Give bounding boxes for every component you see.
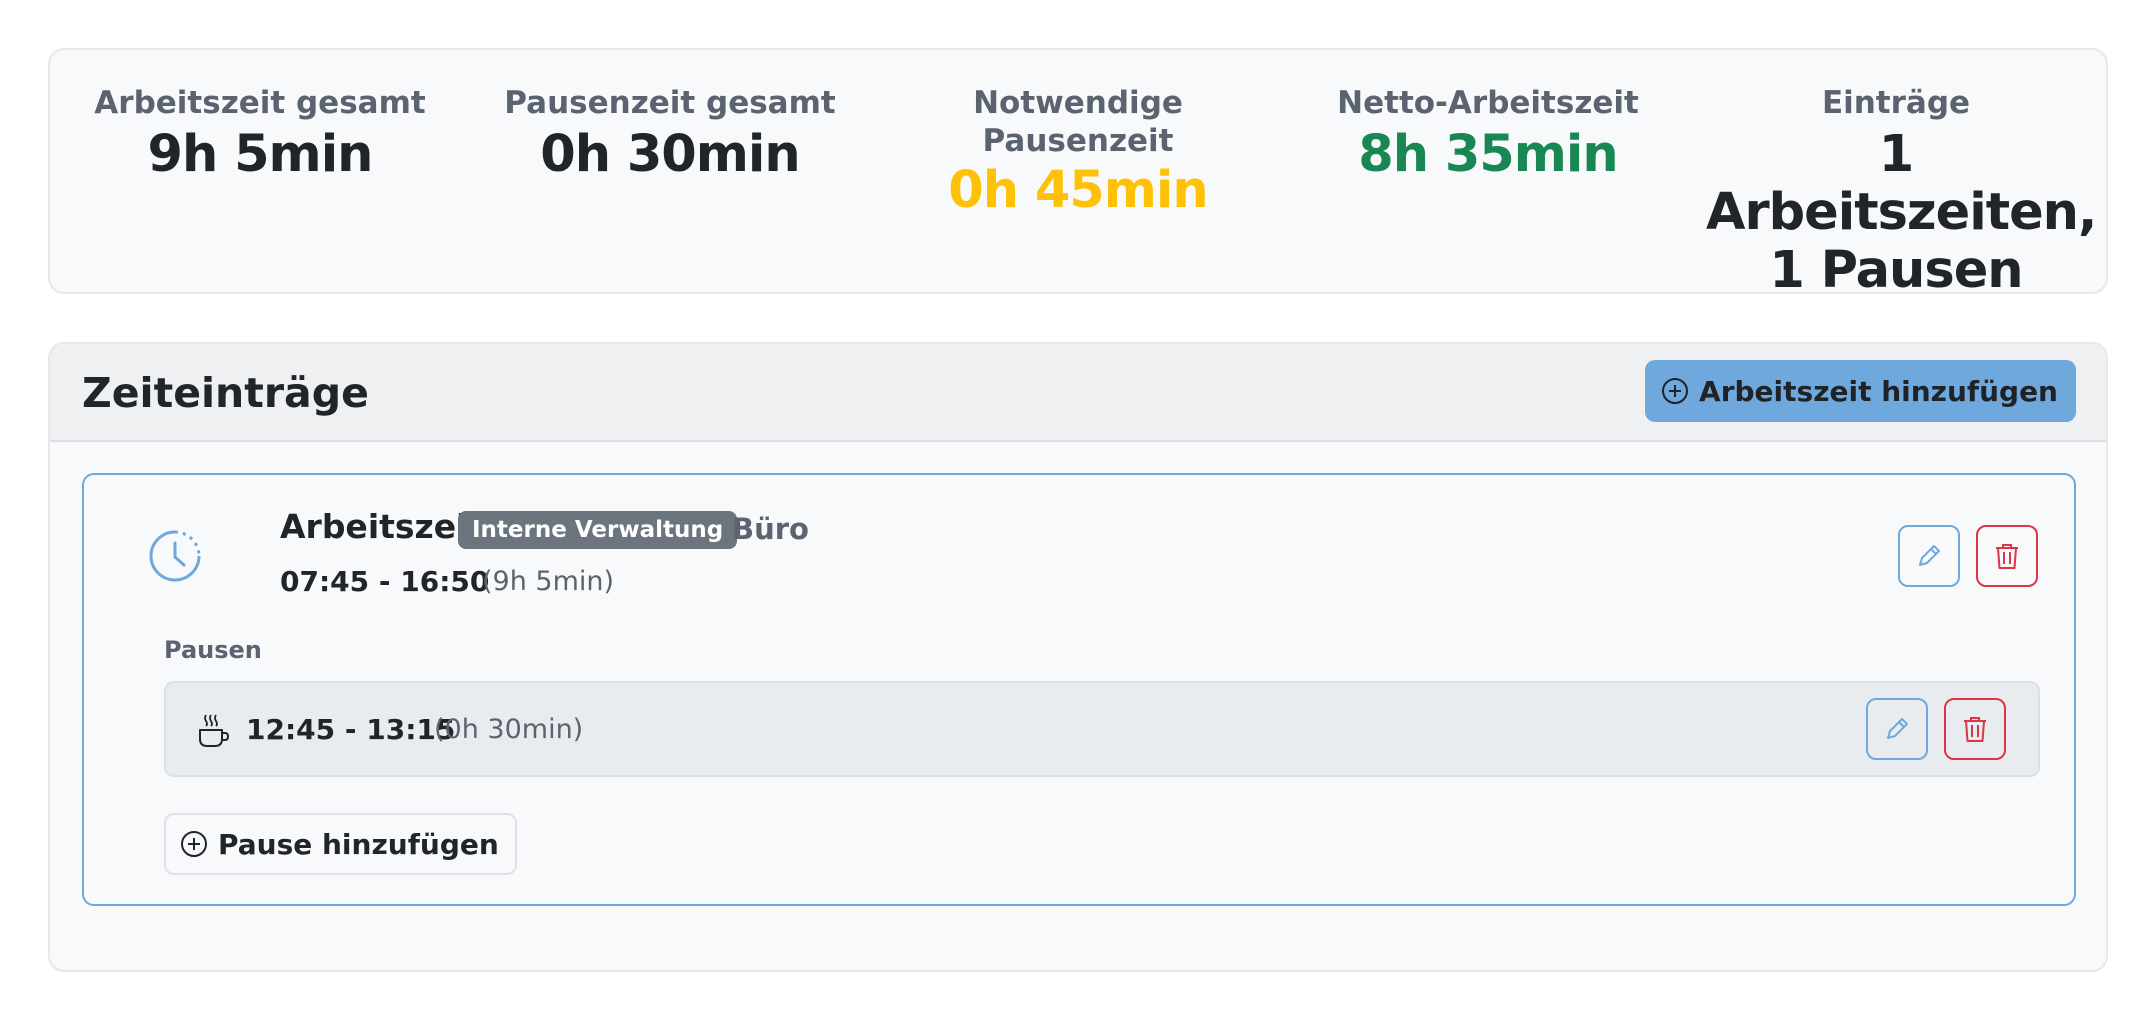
stat-label-line2: Pausenzeit — [982, 123, 1174, 159]
breaks-label: Pausen — [164, 636, 262, 664]
stat-total-break: Pausenzeit gesamt 0h 30min — [480, 84, 860, 184]
stat-label-line1: Notwendige — [973, 85, 1183, 121]
trash-icon — [1996, 544, 2018, 569]
stat-value: 9h 5min — [147, 125, 374, 184]
stat-value-line1: 1 Arbeitszeiten, — [1706, 125, 2097, 242]
entry-time-range: 07:45 - 16:50 — [280, 565, 490, 598]
delete-break-button[interactable] — [1944, 698, 2006, 760]
stat-required-break: Notwendige Pausenzeit 0h 45min — [888, 84, 1268, 220]
delete-entry-button[interactable] — [1976, 525, 2038, 587]
break-duration: (0h 30min) — [434, 714, 584, 745]
stat-value: 8h 35min — [1358, 125, 1618, 184]
edit-break-button[interactable] — [1866, 698, 1928, 760]
stat-label: Arbeitszeit gesamt — [94, 85, 426, 121]
entry-location: Büro — [732, 512, 809, 546]
add-work-time-label: Arbeitszeit hinzufügen — [1699, 374, 2058, 408]
time-entries-card: Zeiteinträge Arbeitszeit hinzufügen Arbe… — [48, 342, 2108, 972]
coffee-cup-icon — [199, 714, 230, 747]
stat-label: Einträge — [1821, 85, 1971, 121]
add-break-button[interactable]: Pause hinzufügen — [164, 813, 517, 875]
section-title: Zeiteinträge — [82, 369, 369, 417]
pencil-icon — [1919, 545, 1940, 566]
stat-label: Pausenzeit gesamt — [504, 85, 836, 121]
add-work-time-button[interactable]: Arbeitszeit hinzufügen — [1645, 360, 2076, 422]
break-entry: 12:45 - 13:15 (0h 30min) — [164, 681, 2040, 777]
entry-type: Arbeitszeit — [280, 507, 484, 546]
pencil-icon — [1887, 718, 1908, 739]
card-header: Zeiteinträge Arbeitszeit hinzufügen — [50, 344, 2106, 442]
summary-card: Arbeitszeit gesamt 9h 5min Pausenzeit ge… — [48, 48, 2108, 300]
edit-entry-button[interactable] — [1898, 525, 1960, 587]
stat-label: Netto-Arbeitszeit — [1337, 85, 1639, 121]
stat-value: 0h 45min — [948, 161, 1208, 220]
circle-plus-icon — [181, 831, 207, 857]
clock-icon — [149, 530, 201, 582]
stat-entries: Einträge 1 Arbeitszeiten, 1 Pausen — [1706, 84, 2097, 300]
stat-value: 0h 30min — [540, 125, 800, 184]
break-time-range: 12:45 - 13:15 — [246, 713, 456, 746]
stat-value-line2: 1 Pausen — [1769, 241, 2023, 300]
trash-icon — [1964, 717, 1986, 742]
category-badge: Interne Verwaltung — [458, 511, 738, 549]
stat-total-work: Arbeitszeit gesamt 9h 5min — [70, 84, 450, 184]
stat-net-work: Netto-Arbeitszeit 8h 35min — [1298, 84, 1678, 184]
circle-plus-icon — [1662, 378, 1689, 404]
add-break-label: Pause hinzufügen — [218, 827, 499, 861]
work-entry: Arbeitszeit Interne Verwaltung Büro 07:4… — [82, 473, 2076, 906]
entry-duration: (9h 5min) — [482, 566, 615, 597]
